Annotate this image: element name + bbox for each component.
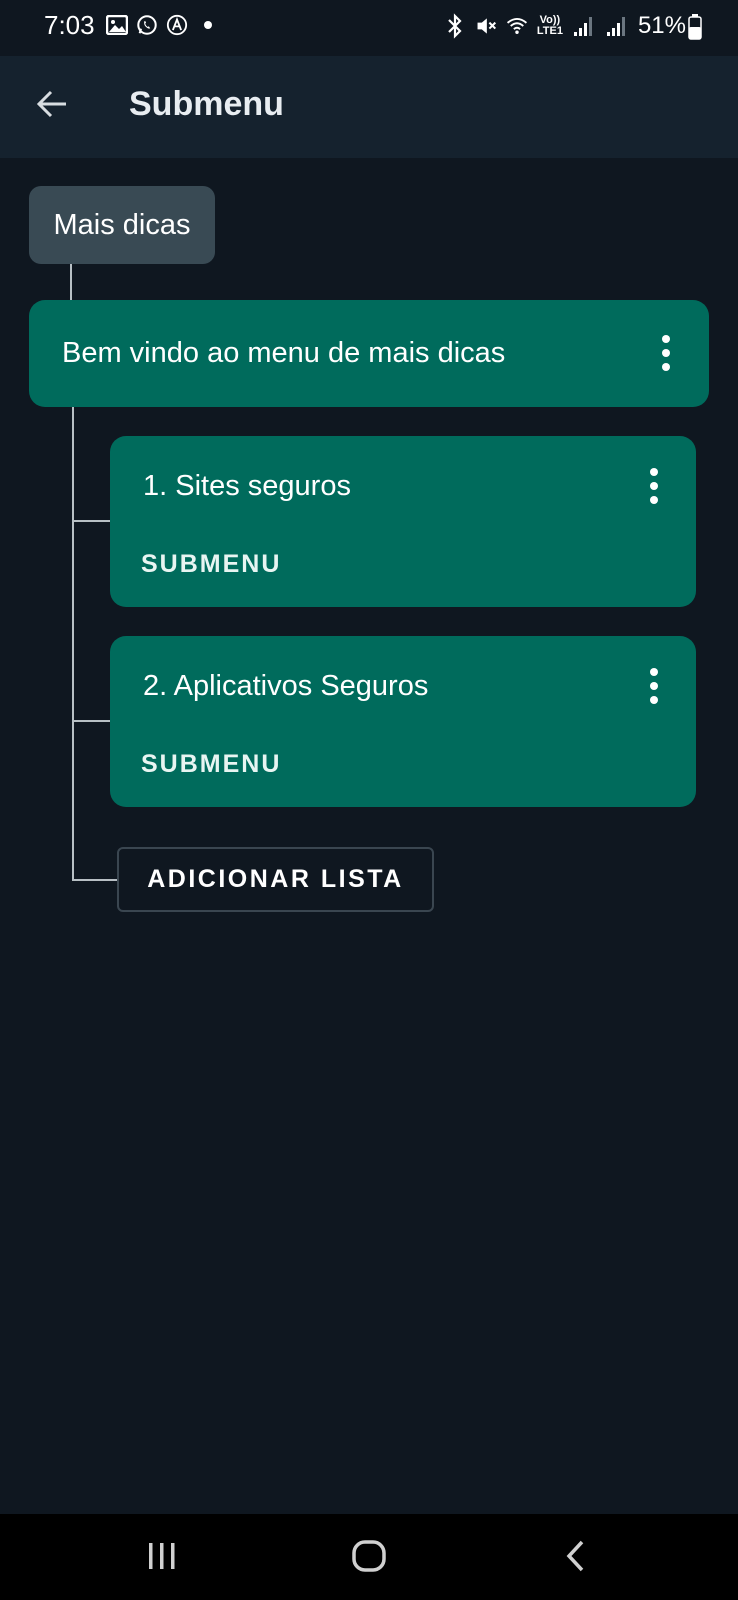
signal-icon — [572, 15, 596, 37]
submenu-button[interactable]: SUBMENU — [141, 750, 281, 779]
app-bar: Submenu — [0, 56, 738, 158]
wifi-icon — [506, 15, 528, 37]
more-vert-icon[interactable] — [634, 662, 674, 710]
more-vert-icon[interactable] — [646, 329, 686, 377]
recents-icon — [146, 1541, 178, 1576]
gallery-icon — [106, 14, 128, 36]
volte-lte-icon: Vo)) LTE1 — [537, 15, 563, 37]
back-icon — [564, 1539, 588, 1578]
status-time: 7:03 — [44, 10, 95, 40]
tree-connector-root — [70, 264, 72, 300]
add-list-button[interactable]: ADICIONAR LISTA — [117, 847, 434, 912]
signal-icon-2 — [605, 15, 629, 37]
recents-button[interactable] — [132, 1528, 192, 1588]
mute-icon — [475, 15, 497, 37]
list-item-title: 2. Aplicativos Seguros — [143, 670, 429, 702]
more-vert-icon[interactable] — [634, 462, 674, 510]
tree-connector-item-2 — [72, 720, 110, 722]
status-bar: 7:03 Vo)) LTE1 51% — [0, 0, 738, 56]
list-item[interactable]: 2. Aplicativos Seguros SUBMENU — [110, 636, 696, 807]
arrow-back-icon — [36, 89, 68, 124]
notification-dot-icon — [204, 21, 212, 29]
system-nav-bar — [0, 1514, 738, 1600]
battery-percent: 51% — [637, 12, 686, 39]
whatsapp-icon — [136, 14, 158, 36]
list-item-title: 1. Sites seguros — [143, 470, 351, 502]
tree-connector-trunk — [72, 407, 74, 881]
home-icon — [351, 1539, 387, 1578]
home-button[interactable] — [339, 1528, 399, 1588]
submenu-button[interactable]: SUBMENU — [141, 550, 281, 579]
tree-connector-add — [72, 879, 117, 881]
menu-card-label: Bem vindo ao menu de mais dicas — [62, 337, 506, 369]
nav-back-button[interactable] — [546, 1528, 606, 1588]
a-circle-icon — [166, 14, 188, 36]
back-button[interactable] — [28, 82, 76, 130]
tree-connector-item-1 — [72, 520, 110, 522]
bluetooth-icon — [444, 13, 466, 39]
battery-icon — [688, 14, 702, 45]
lte-label: LTE1 — [536, 25, 563, 37]
status-right-icons: Vo)) LTE1 51% — [444, 12, 686, 40]
root-chip[interactable]: Mais dicas — [29, 186, 215, 264]
list-item[interactable]: 1. Sites seguros SUBMENU — [110, 436, 696, 607]
page-title: Submenu — [129, 85, 284, 123]
status-left-icons — [106, 14, 212, 36]
menu-card[interactable]: Bem vindo ao menu de mais dicas — [29, 300, 709, 407]
